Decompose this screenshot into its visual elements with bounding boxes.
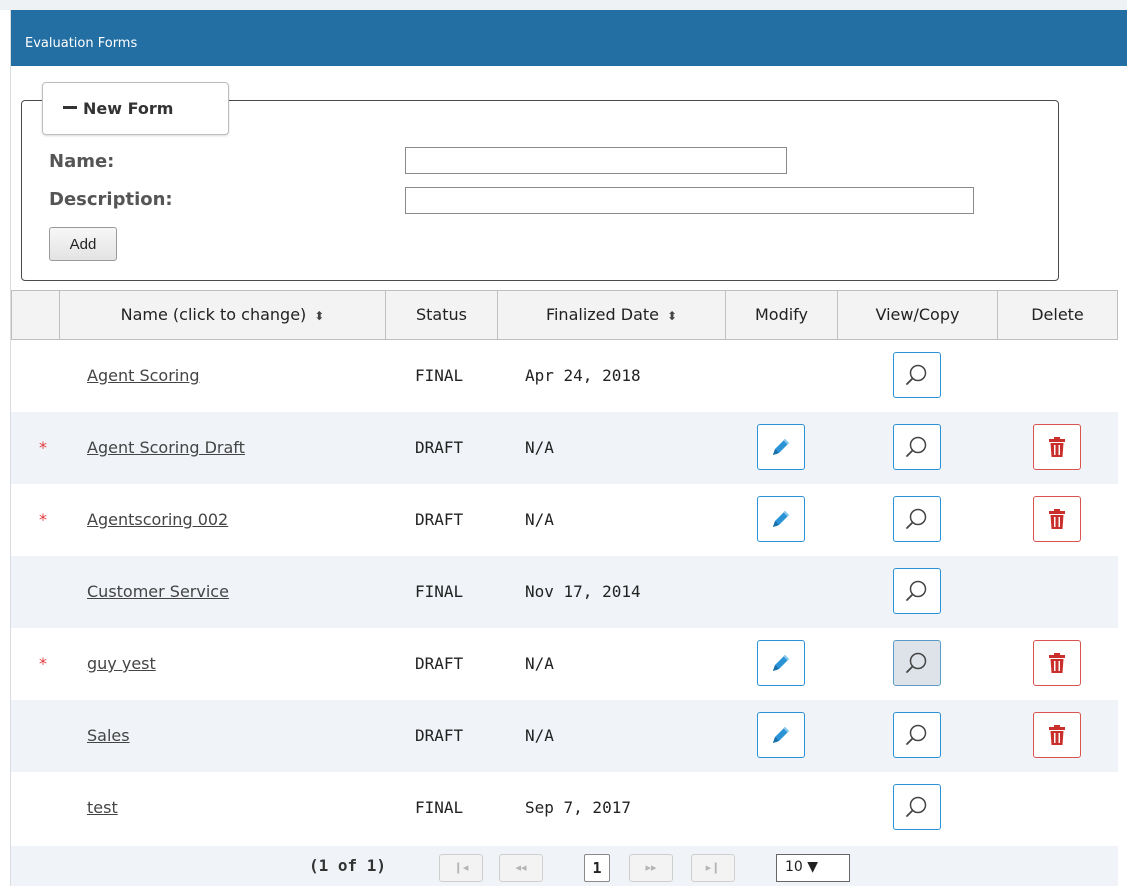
form-status: FINAL — [415, 798, 464, 817]
unsaved-marker: * — [39, 654, 47, 673]
table-row: test FINAL Sep 7, 2017 — [11, 772, 1118, 844]
sort-icon: ⬍ — [666, 309, 678, 323]
unsaved-marker: * — [39, 510, 47, 529]
next-page-icon[interactable]: ▸▸ — [629, 854, 673, 882]
table-row: Agent Scoring FINAL Apr 24, 2018 — [11, 340, 1118, 412]
form-name-link[interactable]: test — [87, 772, 118, 844]
table-row: * Agent Scoring Draft DRAFT N/A — [11, 412, 1118, 484]
header-name[interactable]: Name (click to change) ⬍ — [60, 291, 386, 339]
view-magnifier-icon[interactable] — [893, 352, 941, 398]
evaluation-forms-panel: Evaluation Forms New Form Name: Descript… — [10, 10, 1127, 886]
last-page-icon[interactable]: ▸❙ — [691, 854, 735, 882]
header-finalized-date[interactable]: Finalized Date ⬍ — [498, 291, 726, 339]
form-status: DRAFT — [415, 510, 464, 529]
form-status: FINAL — [415, 582, 464, 601]
header-name-label: Name (click to change) — [120, 305, 307, 324]
form-finalized-date: Sep 7, 2017 — [525, 798, 631, 817]
description-label: Description: — [49, 189, 173, 210]
edit-pencil-icon[interactable] — [757, 712, 805, 758]
prev-page-icon[interactable]: ◂◂ — [499, 854, 543, 882]
rows-per-page-select[interactable]: 10 ▼ — [776, 854, 850, 882]
delete-trash-icon[interactable] — [1033, 640, 1081, 686]
view-magnifier-icon[interactable] — [893, 640, 941, 686]
form-finalized-date: N/A — [525, 438, 554, 457]
header-modify: Modify — [726, 291, 838, 339]
form-status: DRAFT — [415, 726, 464, 745]
header-date-label: Finalized Date — [545, 305, 659, 324]
collapse-icon — [63, 106, 77, 109]
description-input[interactable] — [405, 187, 974, 214]
new-form-toggle[interactable]: New Form — [42, 82, 229, 135]
header-marker — [12, 291, 60, 339]
table-row: Customer Service FINAL Nov 17, 2014 — [11, 556, 1118, 628]
new-form-legend-label: New Form — [83, 99, 174, 118]
view-magnifier-icon[interactable] — [893, 424, 941, 470]
table-header: Name (click to change) ⬍ Status Finalized… — [11, 290, 1118, 340]
delete-trash-icon[interactable] — [1033, 712, 1081, 758]
view-magnifier-icon[interactable] — [893, 784, 941, 830]
paginator: (1 of 1) ❙◂ ◂◂ 1 ▸▸ ▸❙ 10 ▼ — [11, 846, 1118, 886]
form-name-link[interactable]: guy yest — [87, 628, 156, 700]
first-page-icon[interactable]: ❙◂ — [439, 854, 483, 882]
form-finalized-date: Nov 17, 2014 — [525, 582, 641, 601]
view-magnifier-icon[interactable] — [893, 496, 941, 542]
form-finalized-date: N/A — [525, 654, 554, 673]
form-name-link[interactable]: Agentscoring 002 — [87, 484, 228, 556]
form-name-link[interactable]: Customer Service — [87, 556, 229, 628]
top-strip — [0, 0, 1127, 10]
view-magnifier-icon[interactable] — [893, 712, 941, 758]
form-finalized-date: N/A — [525, 510, 554, 529]
name-label: Name: — [49, 151, 115, 172]
edit-pencil-icon[interactable] — [757, 640, 805, 686]
table-row: * Agentscoring 002 DRAFT N/A — [11, 484, 1118, 556]
header-status: Status — [386, 291, 498, 339]
add-button[interactable]: Add — [49, 227, 117, 261]
unsaved-marker: * — [39, 438, 47, 457]
form-finalized-date: Apr 24, 2018 — [525, 366, 641, 385]
name-input[interactable] — [405, 147, 787, 174]
table-row: * guy yest DRAFT N/A — [11, 628, 1118, 700]
form-name-link[interactable]: Agent Scoring — [87, 340, 200, 412]
sort-icon: ⬍ — [314, 309, 325, 323]
panel-title: Evaluation Forms — [11, 10, 1127, 66]
delete-trash-icon[interactable] — [1033, 496, 1081, 542]
form-status: DRAFT — [415, 438, 464, 457]
form-finalized-date: N/A — [525, 726, 554, 745]
header-view-copy: View/Copy — [838, 291, 998, 339]
form-status: DRAFT — [415, 654, 464, 673]
current-page-button[interactable]: 1 — [584, 854, 610, 882]
page-summary: (1 of 1) — [309, 856, 387, 875]
form-status: FINAL — [415, 366, 464, 385]
header-delete: Delete — [1031, 305, 1084, 324]
edit-pencil-icon[interactable] — [757, 496, 805, 542]
form-name-link[interactable]: Sales — [87, 700, 130, 772]
delete-trash-icon[interactable] — [1033, 424, 1081, 470]
edit-pencil-icon[interactable] — [757, 424, 805, 470]
table-row: Sales DRAFT N/A — [11, 700, 1118, 772]
view-magnifier-icon[interactable] — [893, 568, 941, 614]
form-name-link[interactable]: Agent Scoring Draft — [87, 412, 245, 484]
